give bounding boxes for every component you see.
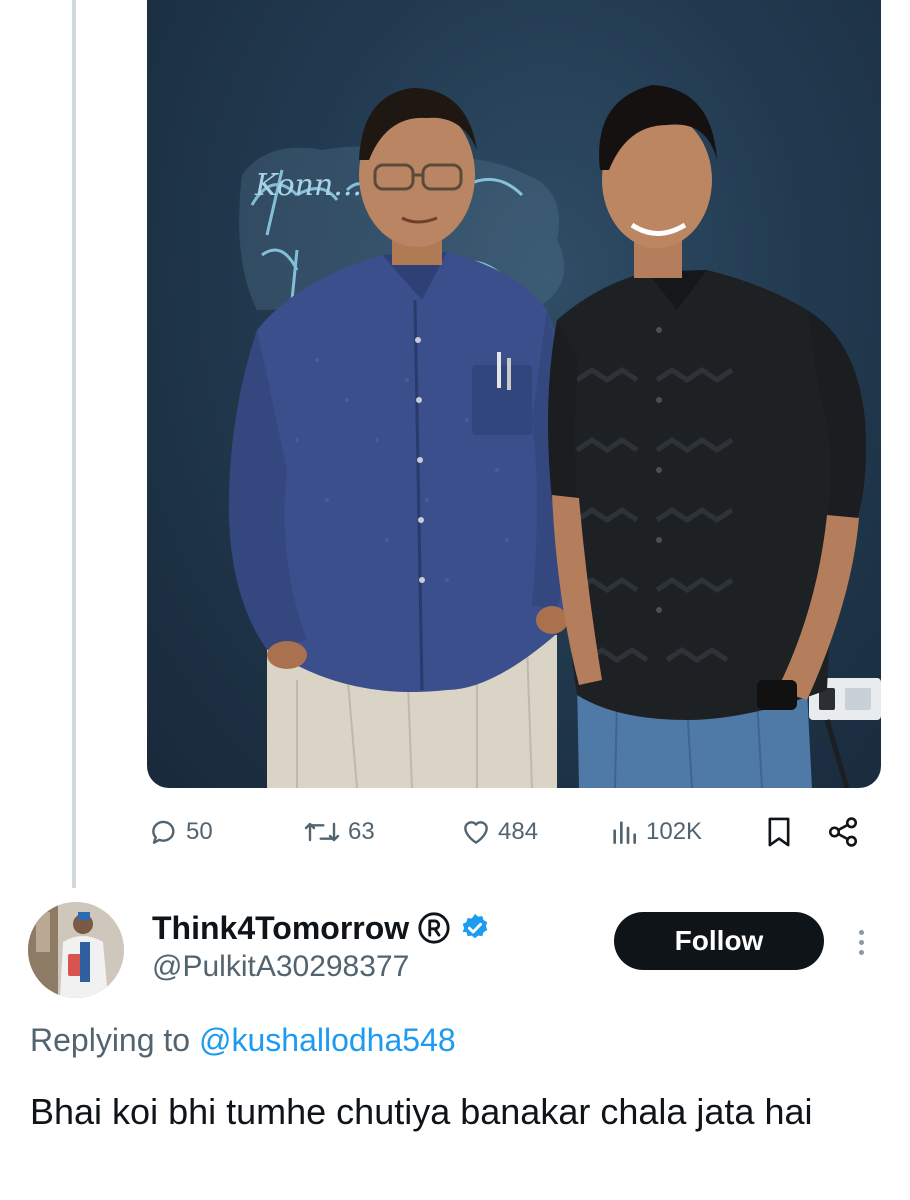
- repost-action[interactable]: 63: [302, 812, 375, 852]
- repost-count: 63: [348, 818, 375, 845]
- avatar[interactable]: [28, 902, 124, 998]
- reply-text: Bhai koi bhi tumhe chutiya banakar chala…: [30, 1091, 813, 1132]
- photo-illustration: Konn... on: [228, 85, 881, 788]
- verified-badge-icon: [462, 914, 488, 939]
- tweet-photo[interactable]: Konn... on: [147, 0, 881, 788]
- like-count: 484: [498, 818, 539, 845]
- right-person: [548, 85, 866, 788]
- reply-icon: [152, 820, 175, 844]
- views-count: 102K: [646, 818, 703, 845]
- reply-action[interactable]: 50: [148, 812, 213, 852]
- thread-connector-line: [72, 0, 76, 888]
- replying-to: Replying to @kushallodha548: [30, 1022, 456, 1059]
- display-name[interactable]: Think4Tomorrow: [152, 910, 409, 947]
- share-button[interactable]: [826, 812, 860, 852]
- replying-to-handle-link[interactable]: @kushallodha548: [199, 1022, 456, 1058]
- share-icon: [828, 817, 858, 847]
- like-icon: [464, 821, 488, 844]
- bookmark-button[interactable]: [764, 812, 794, 852]
- views-action[interactable]: 102K: [608, 812, 702, 852]
- views-icon: [613, 821, 636, 844]
- like-action[interactable]: 484: [460, 812, 538, 852]
- replying-prefix: Replying to: [30, 1022, 191, 1058]
- avatar-image: [28, 902, 124, 998]
- reply-count: 50: [186, 818, 213, 845]
- wall-socket: [809, 678, 881, 788]
- repost-icon: [304, 822, 340, 842]
- bookmark-icon: [768, 817, 790, 847]
- follow-button[interactable]: Follow: [614, 912, 824, 970]
- registered-icon: [418, 912, 450, 944]
- more-icon: [858, 929, 864, 935]
- more-options-button[interactable]: [846, 922, 876, 962]
- author-name-row: Think4Tomorrow: [152, 906, 491, 950]
- user-handle[interactable]: @PulkitA30298377: [152, 950, 409, 984]
